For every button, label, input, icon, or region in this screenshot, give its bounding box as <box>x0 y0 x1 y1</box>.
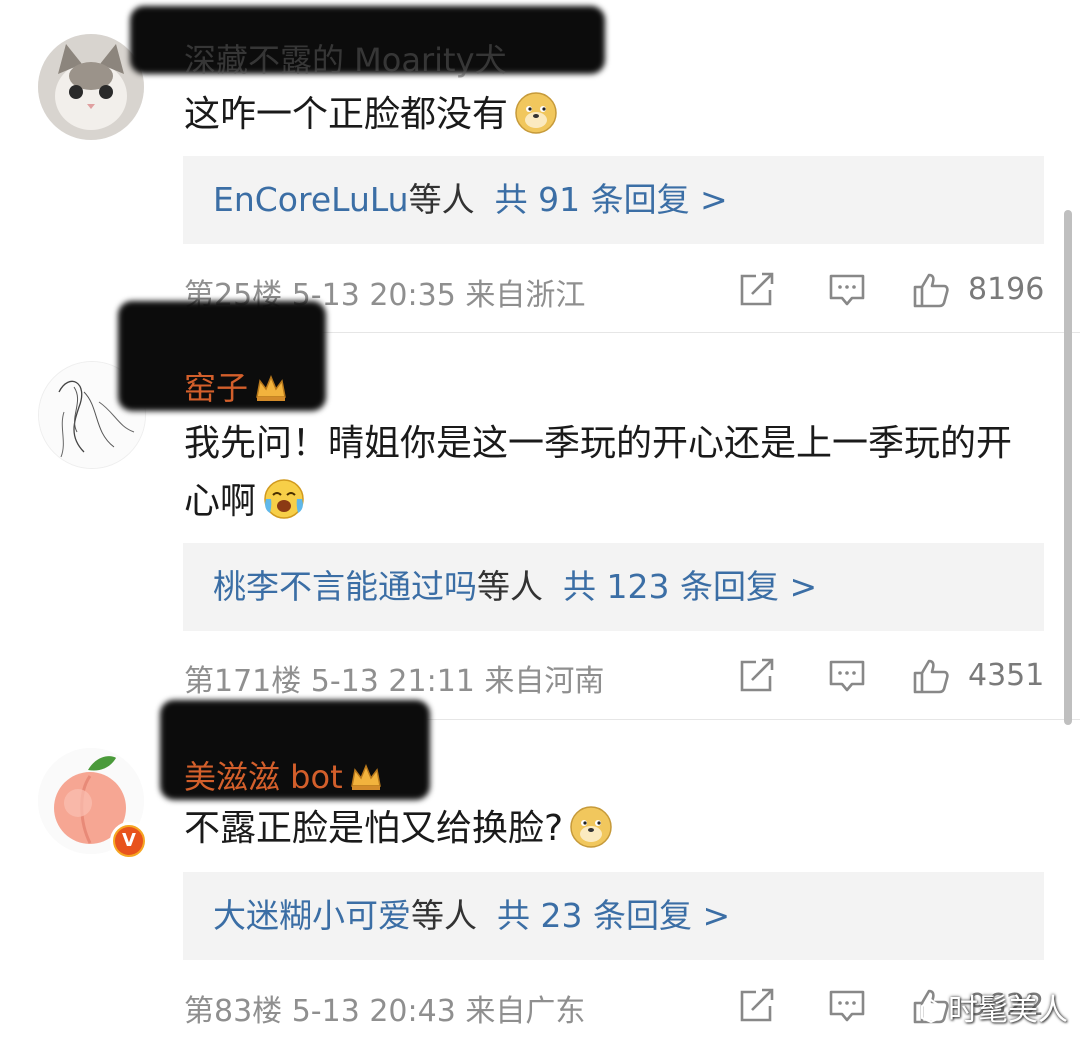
reply-summary-box[interactable]: EnCoreLuLu等人共 91 条回复 > <box>183 156 1044 244</box>
username-text: 窑子 <box>184 369 249 407</box>
comment-icon[interactable] <box>828 272 866 308</box>
like-icon[interactable] <box>912 272 950 308</box>
avatar[interactable] <box>38 34 144 140</box>
comment-text-content: 我先问！晴姐你是这一季玩的开心还是上一季玩的开心啊 <box>184 423 1013 522</box>
like-icon[interactable] <box>912 658 950 694</box>
comment-text: 不露正脸是怕又给换脸? <box>184 800 1044 858</box>
comment-meta: 第83楼 5-13 20:43 来自广东 <box>184 994 586 1029</box>
repost-icon[interactable] <box>738 658 776 694</box>
reply-count-link[interactable]: 共 91 条回复 > <box>495 180 728 219</box>
comment-text-content: 这咋一个正脸都没有 <box>184 94 509 135</box>
like-count: 8196 <box>968 272 1045 307</box>
reply-summary: EnCoreLuLu等人共 91 条回复 > <box>213 156 728 244</box>
comment-icon[interactable] <box>828 988 866 1024</box>
reply-names[interactable]: 桃李不言能通过吗 <box>213 567 477 606</box>
username[interactable]: 窑子 <box>184 363 288 409</box>
repost-icon[interactable] <box>738 272 776 308</box>
comment-icon[interactable] <box>828 658 866 694</box>
like-count: 4351 <box>968 658 1045 693</box>
reply-others-label: 等人 <box>408 180 475 219</box>
username-text: 美滋滋 bot <box>184 758 343 796</box>
reply-others-label: 等人 <box>411 896 477 935</box>
username[interactable]: 美滋滋 bot <box>184 752 383 798</box>
reply-names[interactable]: EnCoreLuLu <box>213 180 409 219</box>
watermark-logo-icon <box>921 998 941 1024</box>
cat-avatar-icon <box>38 34 144 140</box>
crown-badge-icon <box>256 375 286 401</box>
verified-badge: V <box>110 822 148 860</box>
reply-summary-box[interactable]: 大迷糊小可爱等人共 23 条回复 > <box>183 872 1044 960</box>
comment-meta: 第171楼 5-13 21:11 来自河南 <box>184 664 605 699</box>
reply-others-label: 等人 <box>477 567 543 606</box>
crying-laugh-emoji-icon <box>264 479 304 519</box>
reply-count-link[interactable]: 共 23 条回复 > <box>497 896 730 935</box>
reply-summary: 大迷糊小可爱等人共 23 条回复 > <box>213 872 730 960</box>
reply-names[interactable]: 大迷糊小可爱 <box>213 896 411 935</box>
repost-icon[interactable] <box>738 988 776 1024</box>
comment-text-content: 不露正脸是怕又给换脸? <box>184 808 564 849</box>
watermark-text: 时髦美人 <box>948 993 1068 1028</box>
comment-text: 这咋一个正脸都没有 <box>184 86 1044 144</box>
doge-emoji-icon <box>515 92 557 134</box>
comment-item: 窑子 我先问！晴姐你是这一季玩的开心还是上一季玩的开心啊 桃李不言能通过吗等人共… <box>0 301 1080 720</box>
reply-summary: 桃李不言能通过吗等人共 123 条回复 > <box>213 543 817 631</box>
comment-actions: 8196 <box>736 268 1046 312</box>
comment-text: 我先问！晴姐你是这一季玩的开心还是上一季玩的开心啊 <box>184 415 1034 531</box>
watermark: 时髦美人 <box>920 985 1068 1029</box>
doge-emoji-icon <box>570 806 612 848</box>
comment-item: 深藏不露的 Moarity犬 这咋一个正脸都没有 EnCoreLuLu等人共 9… <box>0 0 1080 333</box>
username[interactable]: 深藏不露的 Moarity犬 <box>184 35 507 81</box>
comment-actions: 4351 <box>736 654 1046 698</box>
reply-summary-box[interactable]: 桃李不言能通过吗等人共 123 条回复 > <box>183 543 1044 631</box>
reply-count-link[interactable]: 共 123 条回复 > <box>563 567 817 606</box>
crown-badge-icon <box>350 764 381 790</box>
comment-item: V 美滋滋 bot 不露正脸是怕又给换脸? 大迷糊小可爱等人共 23 条回复 >… <box>0 700 1080 1051</box>
verified-badge-label: V <box>115 827 143 855</box>
scrollbar[interactable] <box>1064 210 1072 725</box>
